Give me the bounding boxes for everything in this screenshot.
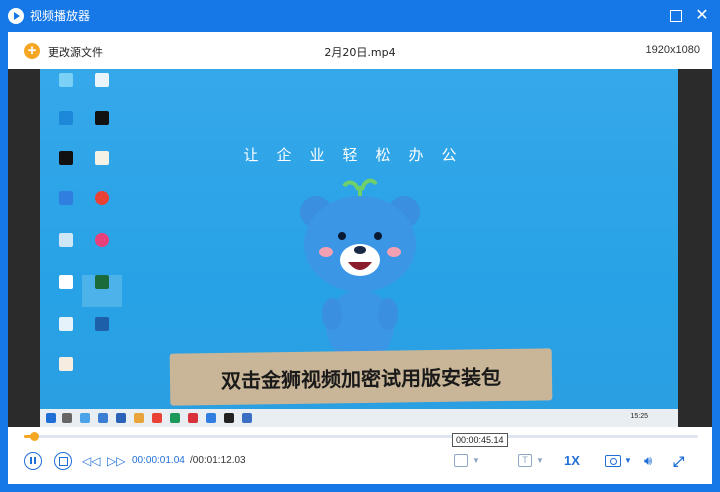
stop-button[interactable] — [54, 452, 72, 470]
total-time: /00:01:12.03 — [190, 455, 246, 466]
video-slogan: 让企业轻松办公 — [243, 146, 475, 164]
video-caption-banner: 双击金狮视频加密试用版安装包 — [169, 348, 553, 406]
subtitle-icon[interactable] — [454, 454, 468, 467]
taskbar-clock: 15:25 — [630, 413, 648, 420]
desktop-icon — [82, 111, 122, 134]
taskbar-app-icon — [116, 413, 126, 423]
close-icon[interactable]: ✕ — [694, 8, 710, 24]
volume-icon[interactable]: 🔊︎ — [644, 454, 652, 468]
text-button[interactable]: T — [518, 454, 532, 467]
desktop-icon — [82, 191, 122, 214]
rewind-icon[interactable]: ◁◁ — [82, 455, 100, 467]
video-caption: 双击金狮视频加密试用版安装包 — [220, 365, 502, 393]
desktop-icon — [82, 73, 122, 96]
desktop-icon — [82, 317, 122, 340]
video-area[interactable]: 让企业轻松办公 双击金狮视频加密试用版安装包 15:25 — [8, 69, 712, 427]
playback-controls: ◁◁ ▷▷ 00:00:01.04 /00:01:12.03 ▼ T ▼ 1X … — [8, 446, 712, 476]
file-name: 2月20日.mp4 — [324, 46, 396, 59]
current-time: 00:00:01.04 — [132, 455, 185, 466]
fullscreen-icon[interactable]: ⤢ — [673, 453, 684, 469]
player-window: 视频播放器 ✕ + 更改源文件 2月20日.mp4 1920x1080 让企业轻… — [0, 0, 720, 492]
maximize-icon[interactable] — [668, 8, 684, 24]
desktop-icon — [46, 111, 86, 134]
desktop-icon — [46, 275, 86, 298]
taskbar-app-icon — [98, 413, 108, 423]
play-logo-icon — [8, 8, 24, 24]
chevron-down-icon[interactable]: ▼ — [536, 456, 544, 465]
taskbar-app-icon — [80, 413, 90, 423]
taskbar-app-icon — [134, 413, 144, 423]
window-title: 视频播放器 — [30, 9, 91, 23]
video-taskbar: 15:25 — [40, 409, 678, 427]
chevron-down-icon[interactable]: ▼ — [472, 456, 480, 465]
windows-icon — [46, 413, 56, 423]
desktop-icon — [82, 233, 122, 256]
progress-slider[interactable] — [24, 432, 698, 441]
resolution-label: 1920x1080 — [645, 44, 700, 56]
taskbar-app-icon — [170, 413, 180, 423]
desktop-icon — [82, 275, 122, 307]
seek-tooltip: 00:00:45.14 — [452, 433, 508, 447]
desktop-icon — [46, 357, 86, 380]
taskbar-app-icon — [188, 413, 198, 423]
taskbar-app-icon — [242, 413, 252, 423]
desktop-icon — [46, 233, 86, 256]
forward-icon[interactable]: ▷▷ — [107, 455, 125, 467]
bear-mascot-icon — [300, 178, 420, 362]
desktop-icon — [46, 317, 86, 340]
search-icon — [62, 413, 72, 423]
taskbar-app-icon — [152, 413, 162, 423]
pause-button[interactable] — [24, 452, 42, 470]
taskbar-app-icon — [206, 413, 216, 423]
speed-button[interactable]: 1X — [564, 453, 580, 468]
camera-icon[interactable] — [605, 455, 621, 467]
desktop-icon — [46, 191, 86, 214]
progress-handle[interactable] — [30, 432, 40, 441]
video-frame: 让企业轻松办公 双击金狮视频加密试用版安装包 15:25 — [40, 69, 678, 427]
desktop-icon — [46, 73, 86, 96]
taskbar-app-icon — [224, 413, 234, 423]
chevron-down-icon[interactable]: ▼ — [624, 456, 632, 465]
player-client: + 更改源文件 2月20日.mp4 1920x1080 让企业轻松办公 双击金狮… — [8, 32, 712, 484]
file-toolbar: + 更改源文件 2月20日.mp4 1920x1080 — [8, 32, 712, 69]
title-bar: 视频播放器 ✕ — [0, 0, 720, 32]
